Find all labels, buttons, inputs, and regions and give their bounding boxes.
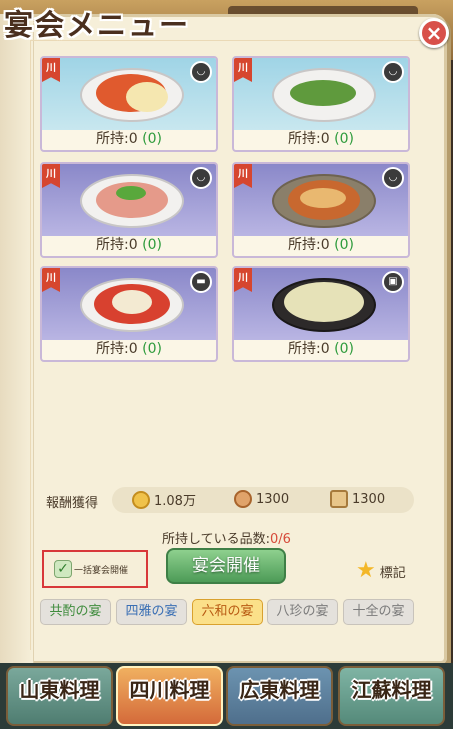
reward-item: 1300 [234, 490, 289, 508]
reward-label: 報酬獲得 [46, 496, 99, 511]
bowl-icon: ◡ [382, 167, 404, 189]
dish-food-image [290, 80, 356, 106]
owned-count: 所持:0 (0) [288, 237, 354, 253]
region-tab-sichuan[interactable]: 四川料理 [116, 666, 223, 726]
reward-value: 1300 [256, 491, 290, 507]
bowl-icon: ◡ [190, 167, 212, 189]
pot-icon: ▣ [382, 271, 404, 293]
dish-food-image [300, 188, 346, 208]
close-icon: × [425, 21, 443, 45]
bowl-icon: ◡ [190, 61, 212, 83]
dish-card[interactable]: 川 ▬ 所持:0 (0) [40, 266, 218, 362]
region-tab-jiangsu[interactable]: 江蘇料理 [338, 666, 445, 726]
owned-count: 所持:0 (0) [96, 341, 162, 357]
owned-count: 所持:0 (0) [96, 237, 162, 253]
dish-card[interactable]: 川 ◡ 所持:0 (0) [232, 56, 410, 152]
region-tab-guangdong[interactable]: 広東料理 [226, 666, 333, 726]
dish-card[interactable]: 川 ◡ 所持:0 (0) [40, 162, 218, 258]
host-banquet-button[interactable]: 宴会開催 [166, 548, 286, 584]
dish-food-image [112, 290, 152, 314]
owned-dish-count: 所持している品数:0/6 [162, 532, 291, 547]
reward-item: 1.08万 [132, 490, 196, 509]
sun-medal-icon [132, 490, 150, 509]
dish-food-image [116, 186, 146, 200]
owned-count: 所持:0 (0) [96, 131, 162, 147]
checkmark-icon[interactable]: ✓ [54, 560, 72, 578]
region-tab-shandong[interactable]: 山東料理 [6, 666, 113, 726]
reward-value: 1.08万 [154, 494, 196, 509]
page-title: 宴会メニュー [4, 8, 191, 42]
dish-card[interactable]: 川 ◡ 所持:0 (0) [40, 56, 218, 152]
feast-tab-rokuwa[interactable]: 六和の宴 [192, 599, 263, 625]
feast-tab-jusen[interactable]: 十全の宴 [343, 599, 414, 625]
feast-tab-kyoshaku[interactable]: 共酌の宴 [40, 599, 111, 625]
dish-card[interactable]: 川 ◡ 所持:0 (0) [232, 162, 410, 258]
dish-food-image [126, 82, 168, 112]
coin-icon [234, 490, 252, 508]
owned-count: 所持:0 (0) [288, 341, 354, 357]
close-button[interactable]: × [419, 18, 449, 48]
owned-count: 所持:0 (0) [288, 131, 354, 147]
feast-tab-shiga[interactable]: 四雅の宴 [116, 599, 187, 625]
bulk-host-toggle[interactable]: ✓ 一括宴会開催 [42, 550, 148, 588]
reward-value: 1300 [352, 491, 386, 507]
star-icon: ★ [356, 558, 376, 583]
feast-tab-hacchin[interactable]: 八珍の宴 [267, 599, 338, 625]
book-spine [0, 14, 34, 664]
bulk-host-label: 一括宴会開催 [74, 566, 129, 576]
plate-icon: ▬ [190, 271, 212, 293]
reward-bar: 1.08万 1300 1300 [112, 487, 414, 513]
reward-item: 1300 [330, 490, 385, 508]
dish-card[interactable]: 川 ▣ 所持:0 (0) [232, 266, 410, 362]
scroll-icon [330, 490, 348, 508]
bowl-icon: ◡ [382, 61, 404, 83]
mark-button[interactable]: ★ 標記 [356, 560, 406, 582]
dish-food-image [284, 282, 364, 322]
